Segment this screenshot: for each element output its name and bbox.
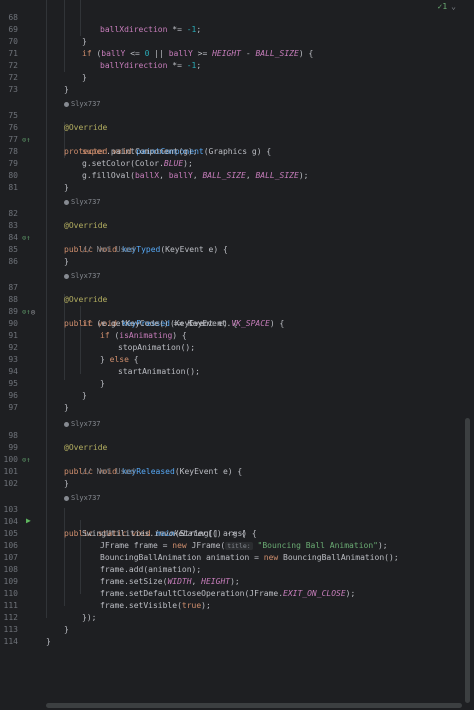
code-line[interactable]: 71 ballYdirection *= -1;	[0, 36, 474, 70]
code-line[interactable]: 106 BouncingBallAnimation animation = ne…	[0, 528, 474, 562]
code-line[interactable]: 68 ballXdirection *= -1;	[0, 0, 474, 34]
code-line[interactable]: 108 frame.setSize(WIDTH, HEIGHT);	[0, 552, 474, 586]
code-line[interactable]: 82 @Override	[0, 196, 474, 230]
code-line[interactable]: 110 frame.setVisible(true);	[0, 576, 474, 610]
code-line[interactable]: 77 super.paintComponent(g);	[0, 122, 474, 156]
code-line[interactable]: 69 }	[0, 12, 474, 46]
code-line[interactable]: 105 JFrame frame = new JFrame(title: "Bo…	[0, 516, 474, 550]
code-line[interactable]: 72 }	[0, 60, 474, 94]
author-hint[interactable]: Slyx737	[0, 480, 474, 502]
code-line[interactable]: 88 ⊙↑ ◎ public void keyPressed(KeyEvent e…	[0, 282, 474, 328]
code-line[interactable]: 79 g.fillOval(ballX, ballY, BALL_SIZE, B…	[0, 146, 474, 180]
code-line[interactable]: 111 });	[0, 588, 474, 622]
code-line[interactable]: 70 if (ballY <= 0 || ballY >= HEIGHT - B…	[0, 24, 474, 58]
code-line[interactable]: 73	[0, 72, 474, 94]
code-line[interactable]: 89 if (e.getKeyCode() == KeyEvent.VK_SPA…	[0, 294, 474, 328]
code-line[interactable]: 91 stopAnimation();	[0, 318, 474, 352]
code-line[interactable]: 95 }	[0, 366, 474, 400]
code-line[interactable]: 83 ⊙↑ public void keyTyped(KeyEvent e) {	[0, 208, 474, 254]
line-number: 114	[3, 637, 18, 646]
code-line[interactable]: 102	[0, 466, 474, 488]
code-line[interactable]: 107 frame.add(animation);	[0, 540, 474, 574]
code-line[interactable]: 114	[0, 624, 474, 646]
code-line[interactable]: 103 ▶ public static void main(String[] a…	[0, 492, 474, 538]
code-line[interactable]: 90 if (isAnimating) {	[0, 306, 474, 340]
code-editor[interactable]: ✓1 ⌄ 68 ballXdirection *= -1; 69 } 70 if …	[0, 0, 474, 710]
code-line[interactable]: 72 }	[0, 48, 474, 82]
code-line[interactable]: 87 @Override	[0, 270, 474, 304]
code-line[interactable]: 75 @Override	[0, 98, 474, 132]
code-line[interactable]: 100 // Not Used	[0, 442, 474, 476]
author-hint[interactable]: Slyx737	[0, 406, 474, 428]
token-brace: }	[46, 637, 51, 646]
code-line[interactable]: 99 ⊙↑ public void keyReleased(KeyEvent e…	[0, 430, 474, 476]
code-line[interactable]: 93 startAnimation();	[0, 342, 474, 376]
code-line[interactable]: 80 }	[0, 158, 474, 192]
code-line[interactable]: 78 g.setColor(Color.BLUE);	[0, 134, 474, 168]
author-hint[interactable]: Slyx737	[0, 184, 474, 206]
code-line[interactable]: 97	[0, 390, 474, 412]
author-hint[interactable]: Slyx737	[0, 86, 474, 108]
code-line[interactable]: 85 }	[0, 232, 474, 266]
code-line[interactable]: 81	[0, 170, 474, 192]
code-line[interactable]: 92 } else {	[0, 330, 474, 364]
code-line[interactable]: 104 SwingUtilities.invokeLater(() -> {	[0, 504, 474, 538]
code-line[interactable]: 101 }	[0, 454, 474, 488]
code-line[interactable]: 76 ⊙↑ protected void paintComponent(Grap…	[0, 110, 474, 156]
code-line[interactable]: 98 @Override	[0, 418, 474, 452]
horizontal-scrollbar[interactable]	[46, 703, 462, 708]
code-line[interactable]: 94 }	[0, 354, 474, 388]
code-line[interactable]: 86	[0, 244, 474, 266]
code-line[interactable]: 112 }	[0, 600, 474, 634]
author-hint[interactable]: Slyx737	[0, 258, 474, 280]
code-line[interactable]: 96 }	[0, 378, 474, 412]
code-line[interactable]: 113 }	[0, 612, 474, 646]
code-line[interactable]: 84 // Not Used	[0, 220, 474, 254]
vertical-scrollbar[interactable]	[465, 418, 470, 703]
code-line[interactable]: 109 frame.setDefaultCloseOperation(JFram…	[0, 564, 474, 598]
